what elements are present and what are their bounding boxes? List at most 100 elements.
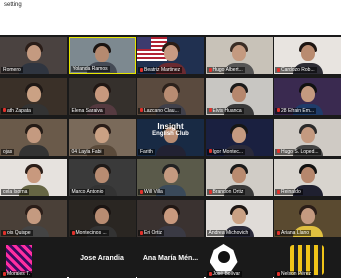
participant-name-label: Lazcano Clau...	[138, 107, 181, 114]
mic-muted-icon	[71, 230, 75, 235]
participant-name-label: ath Zapata	[1, 107, 33, 114]
participant-name: ojas	[3, 148, 13, 155]
title-bar: setting	[0, 0, 341, 11]
participant-tile[interactable]: Andrea Michovich	[205, 200, 273, 238]
mic-muted-icon	[277, 271, 280, 276]
mic-muted-icon	[208, 67, 212, 72]
mic-muted-icon	[208, 149, 212, 154]
participant-name-label: Morales T.	[1, 271, 32, 277]
participant-tile[interactable]: Nelson Pérez	[274, 241, 341, 278]
participant-face	[95, 167, 109, 184]
participant-tile[interactable]: Beatriz Martinez	[137, 37, 204, 74]
participant-face	[95, 46, 109, 62]
participant-name-label: Hugo S. Loped...	[275, 148, 321, 155]
participant-name-label: Andrea Michovich	[206, 230, 251, 237]
mic-muted-icon	[140, 67, 143, 72]
participant-name: José Bolívar	[212, 271, 241, 277]
participant-name-label: Romero	[1, 67, 23, 73]
participant-name: cela Isorna	[3, 189, 28, 196]
cat-logo-face	[217, 251, 230, 263]
participant-tile[interactable]: Yolanda Ramos	[68, 37, 136, 74]
participant-name: Montecinos ...	[75, 230, 107, 237]
participant-name-label: Marco Antonio	[69, 189, 106, 196]
participant-face	[163, 167, 178, 184]
participant-name-label: Reinaldo	[275, 189, 303, 196]
participant-name-label: Eri Ortiz	[138, 230, 165, 237]
participant-tile[interactable]: Cardozo Rob...	[274, 37, 341, 74]
participant-name: Hugo Albert...	[212, 67, 243, 73]
mic-muted-icon	[277, 108, 280, 113]
participant-tile[interactable]: Montecinos ...	[68, 200, 136, 238]
mic-muted-icon	[3, 108, 6, 113]
participant-tile[interactable]: 04 Layla Fabi	[68, 118, 136, 156]
participant-name-label: 28 Efrain Em...	[275, 107, 317, 114]
participant-name: Andrea Michovich	[208, 230, 249, 237]
virtual-background-text: English Club	[152, 130, 189, 137]
participant-name-label: ois Quispe	[1, 230, 33, 237]
participant-tile[interactable]: Romero	[0, 37, 67, 74]
participant-name: Yolanda Ramos	[72, 66, 108, 72]
participant-name: Ariana Llano	[281, 230, 310, 237]
participant-name: Nelson Pérez	[281, 271, 312, 277]
participant-name: Will Villa	[144, 189, 163, 196]
participant-face	[232, 208, 246, 225]
participant-tile[interactable]: Elena Saraiva	[68, 77, 136, 115]
participant-tile[interactable]: Lazcano Clau...	[137, 77, 204, 115]
participant-name-label: Nelson Pérez	[275, 271, 314, 277]
participant-tile[interactable]: Will Villa	[137, 159, 204, 197]
participant-tile[interactable]: ath Zapata	[0, 77, 67, 115]
participant-tile[interactable]: cela Isorna	[0, 159, 67, 197]
participant-name-label: Montecinos ...	[69, 230, 109, 237]
participant-face	[300, 45, 315, 61]
participant-face	[26, 167, 41, 184]
participant-name: Igor Montec...	[212, 148, 244, 155]
participant-tile[interactable]: Marco Antonio	[68, 159, 136, 197]
participant-face	[300, 85, 315, 102]
participant-tile[interactable]: Elvis Huanca	[205, 77, 273, 115]
participant-tile[interactable]: ojas	[0, 118, 67, 156]
participant-name-label: Cardozo Rob...	[275, 67, 317, 73]
participant-tile[interactable]: Ariana Llano	[274, 200, 341, 238]
participant-name: Ana María Mén...	[142, 255, 199, 262]
participant-face	[26, 126, 41, 143]
participant-name-label: 04 Layla Fabi	[69, 148, 104, 155]
participant-tile[interactable]: 28 Efrain Em...	[274, 77, 341, 115]
mic-muted-icon	[3, 230, 6, 235]
participant-name-label: José Bolívar	[206, 271, 243, 277]
participant-tile[interactable]: Hugo S. Loped...	[274, 118, 341, 156]
participant-face	[26, 208, 41, 225]
participant-name-label: Hugo Albert...	[206, 67, 245, 73]
participant-face	[163, 208, 178, 225]
participant-face	[95, 126, 109, 143]
participant-name: Elena Saraiva	[71, 107, 103, 114]
participant-name-label: ojas	[1, 148, 15, 155]
participant-name-label: Will Villa	[138, 189, 165, 196]
participant-tile[interactable]: Jose Arandia	[68, 241, 136, 278]
participant-tile[interactable]: Igor Montec...	[205, 118, 273, 156]
participant-tile[interactable]: Ana María Mén...	[137, 241, 204, 278]
participant-name: Cardozo Rob...	[281, 67, 315, 73]
mic-muted-icon	[277, 230, 280, 235]
participant-name: Reinaldo	[281, 189, 301, 196]
participant-name-label: cela Isorna	[1, 189, 30, 196]
participant-face	[232, 45, 246, 61]
participant-name: Hugo S. Loped...	[281, 148, 319, 155]
participant-name-label: Beatriz Martinez	[138, 67, 183, 73]
participant-tile[interactable]: Brandon Ortiz	[205, 159, 273, 197]
participant-name: 04 Layla Fabi	[71, 148, 102, 155]
participant-tile[interactable]: Morales T.	[0, 241, 67, 278]
participant-tile[interactable]: José Bolívar	[205, 241, 273, 278]
participant-tile[interactable]: Insight English Club Farith	[137, 118, 204, 156]
participant-tile[interactable]: ois Quispe	[0, 200, 67, 238]
participant-name: Marco Antonio	[71, 189, 104, 196]
participant-name: Romero	[3, 67, 21, 73]
participant-tile[interactable]: Eri Ortiz	[137, 200, 204, 238]
participant-face	[300, 126, 315, 143]
participant-tile[interactable]: Hugo Albert...	[205, 37, 273, 74]
mic-muted-icon	[3, 271, 6, 276]
participant-face	[232, 167, 246, 184]
window-title: setting	[4, 2, 22, 8]
participant-tile[interactable]: Reinaldo	[274, 159, 341, 197]
participant-body	[18, 144, 49, 156]
participant-face	[163, 85, 178, 102]
